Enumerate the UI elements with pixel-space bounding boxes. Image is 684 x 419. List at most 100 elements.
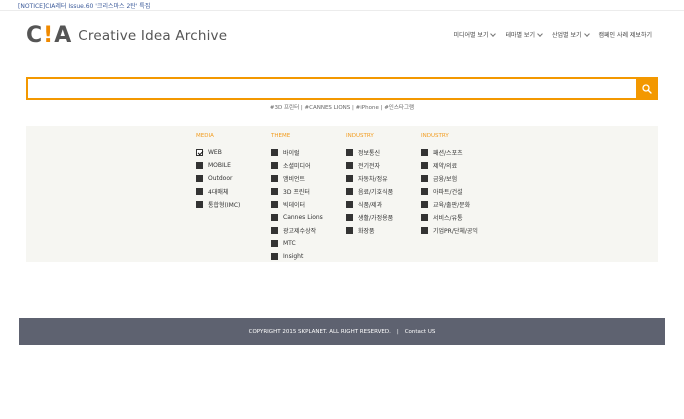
checkbox[interactable]: [271, 188, 278, 195]
filter-option[interactable]: 금융/보험: [421, 172, 496, 185]
hashtag-link[interactable]: #CANNES LIONS: [305, 105, 351, 111]
filter-option[interactable]: 제약/의료: [421, 159, 496, 172]
nav-item-label: 테마별 보기: [505, 32, 535, 39]
filter-option[interactable]: 생활/가정용품: [346, 211, 421, 224]
nav-item-2[interactable]: 산업별 보기: [552, 30, 590, 39]
checkbox[interactable]: [346, 188, 353, 195]
filter-option[interactable]: 기업PR/단체/공익: [421, 224, 496, 237]
search-icon: [642, 83, 652, 94]
filter-option[interactable]: 아파트/건설: [421, 185, 496, 198]
filter-option[interactable]: 화장품: [346, 224, 421, 237]
checkbox[interactable]: [271, 175, 278, 182]
checkbox[interactable]: [421, 201, 428, 208]
checkbox[interactable]: [421, 188, 428, 195]
filter-option[interactable]: 자동차/정유: [346, 172, 421, 185]
search-bar: [26, 77, 658, 100]
filter-option-label: 4대매체: [208, 189, 229, 196]
checkbox[interactable]: [421, 227, 428, 234]
filter-option-label: Cannes Lions: [283, 214, 323, 221]
filter-option-label: 정보통신: [358, 150, 381, 157]
checkbox[interactable]: [271, 149, 278, 156]
checkbox[interactable]: [346, 162, 353, 169]
checkbox[interactable]: [271, 214, 278, 221]
filter-option[interactable]: 통합형(IMC): [196, 198, 271, 211]
checkbox[interactable]: [271, 240, 278, 247]
filter-option[interactable]: MTC: [271, 237, 346, 250]
checkbox[interactable]: [196, 175, 203, 182]
checkbox[interactable]: [271, 162, 278, 169]
filter-option-label: 앰비언트: [283, 176, 306, 183]
filter-option[interactable]: Cannes Lions: [271, 211, 346, 224]
checkbox[interactable]: [421, 162, 428, 169]
notice-link[interactable]: [NOTICE]CIA레터 Issue.60 '크리스마스 2탄' 특집: [18, 1, 150, 10]
checkbox[interactable]: [346, 227, 353, 234]
filter-option[interactable]: Insight: [271, 250, 346, 263]
filter-option-label: 자동차/정유: [358, 176, 388, 183]
hashtag-link[interactable]: #3D 프린터: [270, 103, 299, 111]
filter-option[interactable]: 빅데이터: [271, 198, 346, 211]
footer: COPYRIGHT 2015 SKPLANET. ALL RIGHT RESER…: [19, 318, 665, 345]
hashtag-link[interactable]: #인스타그램: [384, 103, 414, 111]
filter-option-label: WEB: [208, 149, 222, 156]
footer-separator: |: [396, 328, 399, 335]
chevron-down-icon: [490, 30, 497, 37]
filter-option[interactable]: 음료/기호식품: [346, 185, 421, 198]
nav-item-1[interactable]: 테마별 보기: [505, 30, 543, 39]
checkbox[interactable]: [346, 149, 353, 156]
filter-option[interactable]: 소셜미디어: [271, 159, 346, 172]
chevron-down-icon: [537, 30, 543, 37]
filter-option[interactable]: 정보통신: [346, 146, 421, 159]
filter-column-title: INDUSTRY: [346, 133, 374, 139]
nav-item-3[interactable]: 캠페인 사례 제보하기: [599, 30, 653, 39]
checkbox[interactable]: [196, 201, 203, 208]
filter-column-title: MEDIA: [196, 133, 214, 139]
filter-option[interactable]: 광고제수상작: [271, 224, 346, 237]
site-logo[interactable]: C!A Creative Idea Archive: [26, 25, 227, 47]
main-nav: 미디어별 보기 테마별 보기 산업별 보기 캠페인 사례 제보하기: [453, 30, 652, 39]
search-input[interactable]: [26, 77, 636, 100]
filter-option[interactable]: 패션/스포츠: [421, 146, 496, 159]
checkbox-checked[interactable]: [196, 149, 203, 156]
nav-item-label: 미디어별 보기: [453, 32, 489, 39]
checkbox[interactable]: [196, 162, 203, 169]
filter-option-label: 소셜미디어: [283, 163, 311, 170]
checkbox[interactable]: [346, 201, 353, 208]
checkbox[interactable]: [421, 149, 428, 156]
checkbox[interactable]: [346, 175, 353, 182]
checkbox[interactable]: [271, 227, 278, 234]
filter-option-label: 음료/기호식품: [358, 189, 394, 196]
filter-option-label: 3D 프린터: [283, 189, 310, 196]
filter-option-label: 전기전자: [358, 163, 381, 170]
filter-option[interactable]: 교육/출판/문화: [421, 198, 496, 211]
filter-option[interactable]: WEB: [196, 146, 271, 159]
contact-us-link[interactable]: Contact US: [405, 329, 436, 335]
filter-option[interactable]: 4대매체: [196, 185, 271, 198]
logo-mark: C!A: [26, 23, 73, 48]
nav-item-0[interactable]: 미디어별 보기: [453, 30, 497, 39]
filter-option-label: MTC: [283, 240, 296, 247]
hashtag-link[interactable]: #iPhone: [356, 105, 379, 111]
filter-option[interactable]: MOBILE: [196, 159, 271, 172]
checkbox[interactable]: [421, 175, 428, 182]
filter-option[interactable]: 전기전자: [346, 159, 421, 172]
filter-option[interactable]: 식품/제과: [346, 198, 421, 211]
filter-option-label: Outdoor: [208, 175, 233, 182]
filter-option[interactable]: 서비스/유통: [421, 211, 496, 224]
filter-option[interactable]: 앰비언트: [271, 172, 346, 185]
filter-column-title: THEME: [271, 133, 291, 139]
search-button[interactable]: [636, 77, 658, 100]
checkbox[interactable]: [271, 201, 278, 208]
checkbox[interactable]: [196, 188, 203, 195]
checkbox[interactable]: [346, 214, 353, 221]
popular-hashtags: #3D 프린터 | #CANNES LIONS | #iPhone | #인스타…: [0, 103, 684, 111]
top-divider: [0, 10, 684, 11]
chevron-down-icon: [583, 30, 590, 37]
filter-option[interactable]: Outdoor: [196, 172, 271, 185]
filter-column-title: INDUSTRY: [421, 133, 449, 139]
filter-option[interactable]: 바이럴: [271, 146, 346, 159]
checkbox[interactable]: [271, 253, 278, 260]
filter-option[interactable]: 3D 프린터: [271, 185, 346, 198]
nav-item-label: 캠페인 사례 제보하기: [598, 32, 653, 39]
checkbox[interactable]: [421, 214, 428, 221]
filter-option-label: 제약/의료: [433, 163, 458, 170]
